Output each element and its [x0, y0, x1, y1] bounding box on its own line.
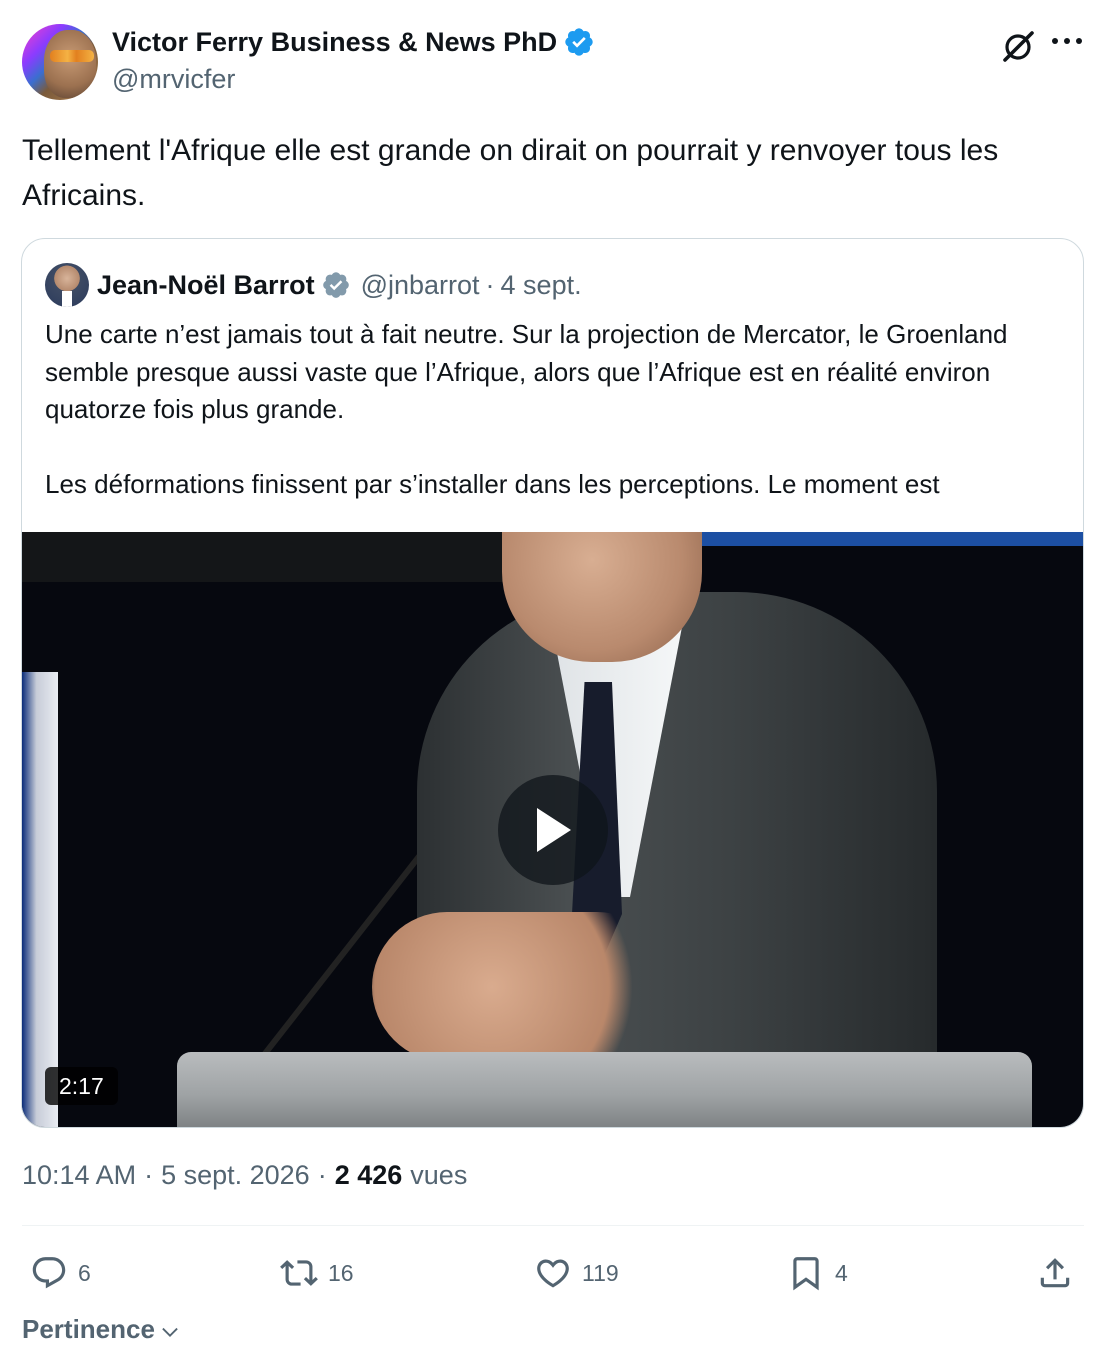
author-display-name[interactable]: Victor Ferry Business & News PhD — [112, 27, 557, 58]
reply-count: 6 — [78, 1259, 91, 1286]
grok-icon[interactable] — [1000, 28, 1036, 64]
sort-label: Pertinence — [22, 1314, 155, 1344]
more-dot — [1076, 38, 1082, 44]
video-duration-badge: 2:17 — [45, 1067, 118, 1105]
video-podium — [177, 1052, 1032, 1127]
sort-dropdown[interactable]: Pertinence — [22, 1314, 181, 1345]
verified-badge-icon — [322, 272, 349, 298]
quoted-tweet-text: Une carte n’est jamais tout à fait neutr… — [45, 316, 1065, 504]
quoted-tweet-header: Jean-Noël Barrot @jnbarrot · 4 sept. — [45, 263, 582, 307]
chevron-down-icon — [162, 1327, 178, 1337]
video-speaker-hands — [372, 912, 672, 1062]
more-options-icon[interactable] — [1052, 38, 1082, 48]
bookmark-button[interactable]: 4 — [787, 1250, 848, 1296]
heart-icon — [537, 1259, 569, 1288]
author-handle[interactable]: @mrvicfer — [112, 64, 235, 95]
separator-dot: · — [317, 1160, 327, 1190]
views-count[interactable]: 2 426 — [335, 1160, 403, 1191]
tweet-header: Victor Ferry Business & News PhD @mrvicf… — [22, 24, 1086, 100]
divider — [22, 1225, 1084, 1226]
video-backdrop-stripe — [682, 532, 1083, 546]
more-dot — [1064, 38, 1070, 44]
more-dot — [1052, 38, 1058, 44]
tweet-date[interactable]: 5 sept. 2026 — [161, 1160, 310, 1191]
avatar-face — [44, 30, 96, 98]
retweet-button[interactable]: 16 — [280, 1250, 354, 1296]
retweet-icon — [280, 1260, 318, 1286]
verified-badge-icon — [565, 28, 593, 56]
avatar-glasses — [50, 50, 94, 62]
video-player[interactable]: 2:17 — [22, 532, 1083, 1127]
tweet-time[interactable]: 10:14 AM — [22, 1160, 136, 1191]
like-button[interactable]: 119 — [534, 1250, 619, 1296]
bookmark-count: 4 — [835, 1259, 848, 1286]
views-label: vues — [410, 1160, 468, 1190]
quoted-author-display-name[interactable]: Jean-Noël Barrot — [97, 270, 315, 301]
play-button[interactable] — [498, 775, 608, 885]
tweet-text: Tellement l'Afrique elle est grande on d… — [22, 134, 999, 212]
play-icon — [537, 808, 571, 852]
quoted-author-avatar[interactable] — [45, 263, 89, 307]
bookmark-icon — [793, 1257, 819, 1291]
share-icon — [1040, 1258, 1070, 1288]
share-button[interactable] — [1036, 1250, 1074, 1296]
author-avatar[interactable] — [22, 24, 98, 100]
author-name-row: Victor Ferry Business & News PhD — [112, 26, 595, 58]
retweet-count: 16 — [328, 1259, 354, 1286]
quoted-paragraph: Une carte n’est jamais tout à fait neutr… — [45, 319, 1008, 424]
separator-dot: · — [144, 1160, 154, 1190]
reply-icon — [32, 1257, 66, 1289]
like-count: 119 — [582, 1259, 619, 1286]
quoted-paragraph: Les déformations finissent par s’install… — [45, 469, 940, 499]
separator-dot: · — [485, 269, 495, 300]
reply-button[interactable]: 6 — [30, 1250, 91, 1296]
quoted-author-handle[interactable]: @jnbarrot — [361, 270, 480, 301]
tweet-metadata: 10:14 AM · 5 sept. 2026 · 2 426 vues — [22, 1160, 467, 1191]
quoted-tweet-date[interactable]: 4 sept. — [501, 270, 582, 301]
action-bar: 6 16 119 4 — [22, 1250, 1084, 1296]
video-flag — [22, 672, 58, 1127]
quoted-tweet-card[interactable]: Jean-Noël Barrot @jnbarrot · 4 sept. Une… — [21, 238, 1084, 1128]
